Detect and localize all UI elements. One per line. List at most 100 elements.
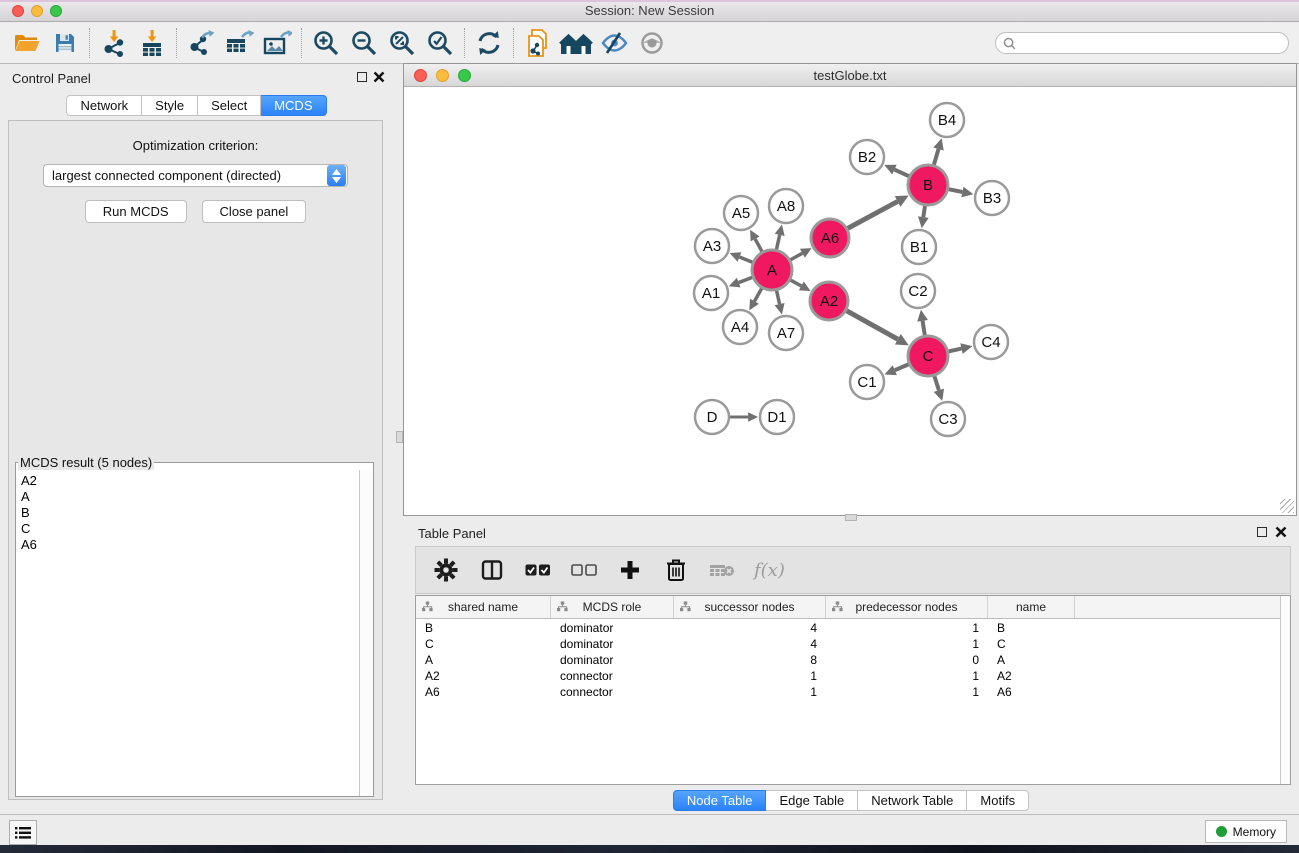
graph-edge[interactable] — [790, 280, 801, 286]
graph-edge[interactable] — [923, 206, 925, 217]
graph-edge[interactable] — [790, 253, 802, 260]
graph-edge[interactable] — [754, 288, 761, 301]
column-header[interactable]: predecessor nodes — [826, 596, 988, 618]
graph-node[interactable]: B — [908, 165, 948, 205]
table-mode-button[interactable] — [432, 555, 460, 585]
close-panel-button[interactable]: Close panel — [202, 200, 307, 223]
graph-edge[interactable] — [846, 311, 897, 340]
import-network-button[interactable] — [95, 26, 133, 60]
graph-edge[interactable] — [739, 277, 753, 282]
graph-node[interactable]: C1 — [850, 365, 884, 399]
graph-edge[interactable] — [739, 257, 752, 262]
show-columns-button[interactable] — [478, 555, 506, 585]
graph-node[interactable]: C — [908, 336, 948, 376]
graph-edge[interactable] — [755, 239, 762, 252]
table-row[interactable]: A2connector11A2 — [416, 668, 1280, 684]
graph-node[interactable]: A6 — [811, 219, 849, 257]
float-table-panel-icon[interactable] — [1257, 527, 1267, 537]
import-table-button[interactable] — [133, 26, 171, 60]
window-resize-grip[interactable] — [1280, 499, 1294, 513]
refresh-button[interactable] — [470, 26, 508, 60]
hide-graphics-details-button[interactable] — [595, 26, 633, 60]
zoom-selected-button[interactable] — [421, 26, 459, 60]
graph-node[interactable]: D — [695, 400, 729, 434]
table-row[interactable]: Bdominator41B — [416, 620, 1280, 636]
graph-node[interactable]: A1 — [694, 276, 728, 310]
zoom-fit-button[interactable] — [383, 26, 421, 60]
export-image-button[interactable] — [258, 26, 296, 60]
save-session-button[interactable] — [46, 26, 84, 60]
tab-network-table[interactable]: Network Table — [858, 790, 967, 811]
tab-motifs[interactable]: Motifs — [967, 790, 1029, 811]
graph-node[interactable]: A2 — [810, 282, 848, 320]
delete-column-button[interactable] — [662, 555, 690, 585]
column-header[interactable]: shared name — [416, 596, 551, 618]
table-row[interactable]: Cdominator41C — [416, 636, 1280, 652]
tab-mcds[interactable]: MCDS — [261, 95, 326, 116]
tab-edge-table[interactable]: Edge Table — [766, 790, 858, 811]
close-table-panel-icon[interactable] — [1275, 526, 1287, 538]
result-item[interactable]: B — [21, 505, 359, 521]
result-list-scrollbar[interactable] — [359, 470, 373, 796]
graph-edge[interactable] — [934, 149, 939, 165]
graph-edge[interactable] — [848, 201, 898, 228]
graph-edge[interactable] — [776, 235, 779, 250]
delete-table-button[interactable] — [708, 555, 736, 585]
graph-node[interactable]: C4 — [974, 325, 1008, 359]
select-all-button[interactable] — [524, 555, 552, 585]
graph-node[interactable]: A3 — [695, 229, 729, 263]
graph-node[interactable]: A8 — [769, 189, 803, 223]
column-header[interactable]: name — [988, 596, 1075, 618]
graph-node[interactable]: A5 — [724, 196, 758, 230]
tab-style[interactable]: Style — [142, 95, 198, 116]
graph-node[interactable]: D1 — [760, 400, 794, 434]
graph-node[interactable]: B4 — [930, 103, 964, 137]
zoom-out-button[interactable] — [345, 26, 383, 60]
graph-edge[interactable] — [895, 364, 909, 370]
graph-node[interactable]: A7 — [769, 316, 803, 350]
deselect-all-button[interactable] — [570, 555, 598, 585]
column-header[interactable]: successor nodes — [674, 596, 826, 618]
search-input[interactable] — [1020, 36, 1288, 50]
function-builder-button[interactable]: f(x) — [754, 555, 785, 585]
run-mcds-button[interactable]: Run MCDS — [85, 200, 187, 223]
graph-edge[interactable] — [894, 170, 908, 177]
criterion-select[interactable]: largest connected component (directed) — [43, 164, 348, 187]
graph-edge[interactable] — [923, 321, 925, 335]
column-header[interactable]: MCDS role — [551, 596, 674, 618]
float-panel-icon[interactable] — [357, 72, 367, 82]
graph-edge[interactable] — [934, 376, 939, 390]
result-item[interactable]: C — [21, 521, 359, 537]
close-panel-icon[interactable] — [373, 71, 385, 83]
table-scrollbar[interactable] — [1280, 596, 1290, 784]
vertical-splitter-grip[interactable] — [396, 431, 403, 443]
graph-node[interactable]: B2 — [850, 140, 884, 174]
network-canvas[interactable]: B4 B2 B B3 A8 A5 A6 B1 A3 A C2 A1 A2 A4 A7 C4 C C1 D D1 C3 — [404, 87, 1296, 515]
export-table-button[interactable] — [220, 26, 258, 60]
duplicate-network-button[interactable] — [519, 26, 557, 60]
graph-edge[interactable] — [949, 189, 963, 192]
graph-node[interactable]: A4 — [723, 310, 757, 344]
graph-edge[interactable] — [777, 290, 780, 304]
zoom-in-button[interactable] — [307, 26, 345, 60]
table-row[interactable]: A6connector11A6 — [416, 684, 1280, 700]
table-row[interactable]: Adominator80A — [416, 652, 1280, 668]
graph-node[interactable]: B1 — [902, 230, 936, 264]
result-item[interactable]: A2 — [21, 473, 359, 489]
tab-select[interactable]: Select — [198, 95, 261, 116]
graph-node[interactable]: C3 — [931, 402, 965, 436]
home-button[interactable] — [557, 26, 595, 60]
export-network-button[interactable] — [182, 26, 220, 60]
graph-node[interactable]: C2 — [901, 274, 935, 308]
graph-node[interactable]: A — [752, 250, 792, 290]
task-history-button[interactable] — [9, 820, 37, 845]
open-file-button[interactable] — [8, 26, 46, 60]
memory-button[interactable]: Memory — [1205, 820, 1287, 843]
tab-node-table[interactable]: Node Table — [673, 790, 767, 811]
show-graphics-details-button[interactable] — [633, 26, 671, 60]
tab-network[interactable]: Network — [66, 95, 142, 116]
graph-node[interactable]: B3 — [975, 181, 1009, 215]
add-column-button[interactable] — [616, 555, 644, 585]
search-field[interactable] — [995, 32, 1289, 54]
result-item[interactable]: A — [21, 489, 359, 505]
